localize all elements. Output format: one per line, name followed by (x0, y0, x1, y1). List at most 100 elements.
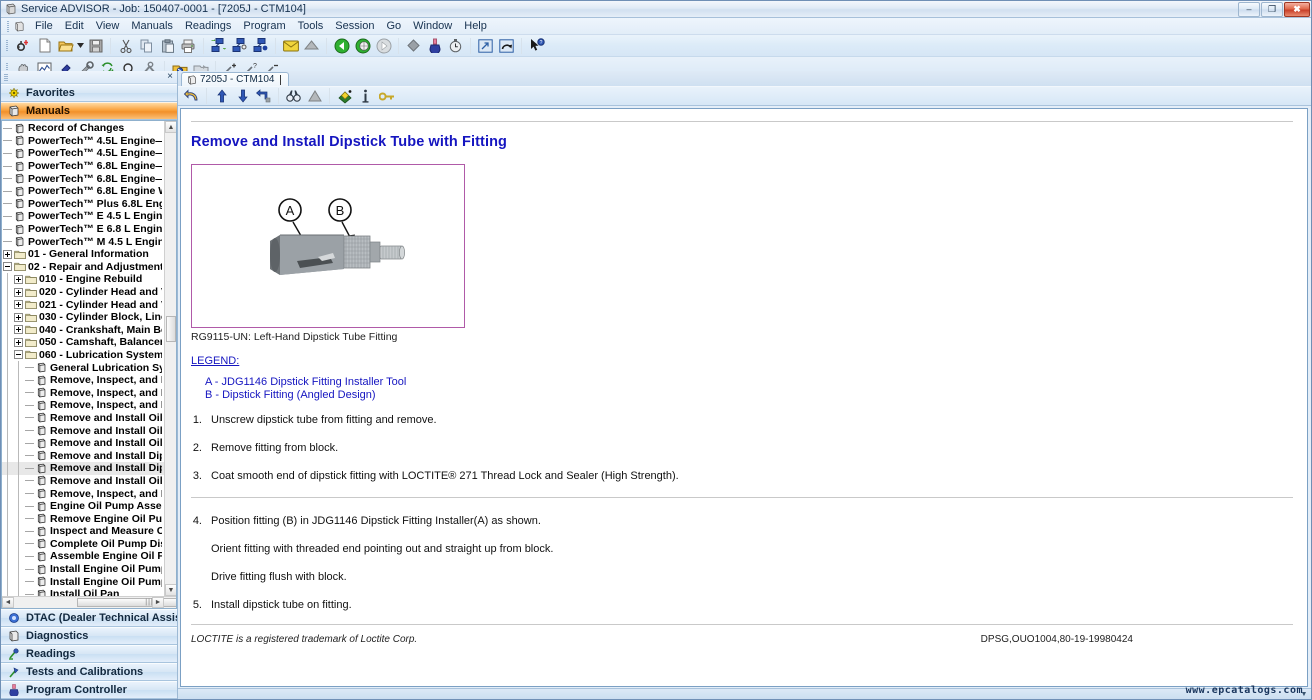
tree-item[interactable]: Remove Engine Oil Pump (2, 512, 164, 526)
tree-expander-plus-icon[interactable] (13, 274, 24, 284)
menu-item-readings[interactable]: Readings (179, 19, 237, 33)
menu-item-help[interactable]: Help (458, 19, 493, 33)
next-down-icon[interactable] (232, 87, 253, 106)
tree-item[interactable]: 020 - Cylinder Head and Valves (2, 285, 164, 299)
bookmark-icon[interactable] (334, 87, 355, 106)
tree-item[interactable]: PowerTech™ 6.8L Engine With Elec (2, 185, 164, 198)
menu-item-program[interactable]: Program (237, 19, 291, 33)
tree-expander-plus-icon[interactable] (13, 300, 24, 310)
refresh-globe-icon[interactable] (352, 36, 373, 55)
scroll-right-arrow[interactable]: ► (152, 597, 164, 608)
tree-item[interactable]: PowerTech™ 4.5L Engine—Tier 2/ (2, 147, 164, 160)
go-to-icon[interactable] (253, 87, 274, 106)
tree-item[interactable]: Remove and Install Oil Fill A (2, 436, 164, 450)
tree-item[interactable]: PowerTech™ E 6.8 L Engine With E (2, 223, 164, 236)
tree-expander-plus-icon[interactable] (13, 287, 24, 297)
menu-item-go[interactable]: Go (380, 19, 407, 33)
tree-item[interactable]: Remove and Install Oil Fill T (2, 474, 164, 488)
tree-item[interactable]: PowerTech™ M 4.5 L Engine with I (2, 235, 164, 248)
forward-icon[interactable] (373, 36, 394, 55)
sidebar-item-program-controller[interactable]: Program Controller (1, 681, 177, 699)
tree-expander-plus-icon[interactable] (13, 312, 24, 322)
menu-item-session[interactable]: Session (329, 19, 380, 33)
vertical-scroll-thumb[interactable] (166, 316, 176, 342)
tree-item[interactable]: PowerTech™ Plus 6.8L Engine With (2, 198, 164, 211)
tree-horizontal-scrollbar[interactable]: ◄ ||| ► (2, 596, 176, 608)
close-button[interactable]: ✖ (1284, 1, 1310, 17)
tree-item[interactable]: Inspect and Measure Cleara (2, 524, 164, 538)
copy-icon[interactable] (136, 36, 157, 55)
tree-item[interactable]: PowerTech™ E 4.5 L Engine With E (2, 210, 164, 223)
tree-item[interactable]: Remove and Install Dipstick (2, 461, 164, 475)
info-icon[interactable] (355, 87, 376, 106)
back-arrow-icon[interactable] (181, 87, 202, 106)
tree-item[interactable]: PowerTech™ 4.5L Engine—Tier 1/ (2, 135, 164, 148)
disconnect-machine-icon[interactable] (250, 36, 271, 55)
tree-item[interactable]: Remove, Inspect, and Instal (2, 487, 164, 501)
minimize-button[interactable]: – (1238, 1, 1260, 17)
tree-item[interactable]: 050 - Camshaft, Balancer Shaft (2, 335, 164, 349)
tree-item[interactable]: 02 - Repair and Adjustments (2, 261, 164, 274)
cut-icon[interactable] (115, 36, 136, 55)
home-icon[interactable] (301, 36, 322, 55)
menu-item-manuals[interactable]: Manuals (125, 19, 179, 33)
tree-item[interactable]: Install Engine Oil Pump (2, 562, 164, 576)
expand-window-icon[interactable] (475, 36, 496, 55)
new-job-icon[interactable] (13, 36, 34, 55)
tree-item[interactable]: General Lubrication System (2, 361, 164, 375)
timer-icon[interactable] (445, 36, 466, 55)
tree-item[interactable]: Remove and Install Dipstick (2, 449, 164, 463)
tree-item[interactable]: Complete Oil Pump Disasser (2, 537, 164, 551)
diamond-icon[interactable] (403, 36, 424, 55)
scroll-down-arrow[interactable]: ▼ (165, 584, 176, 596)
new-document-icon[interactable] (34, 36, 55, 55)
menu-item-view[interactable]: View (90, 19, 126, 33)
tree-item[interactable]: Remove and Install Oil Filte (2, 411, 164, 425)
print-icon[interactable] (178, 36, 199, 55)
tree-item[interactable]: Record of Changes (2, 122, 164, 135)
maximize-button[interactable]: ❐ (1261, 1, 1283, 17)
find-binoculars-icon[interactable] (283, 87, 304, 106)
open-dropdown-icon[interactable] (76, 36, 85, 55)
top-triangle-icon[interactable] (304, 87, 325, 106)
open-folder-icon[interactable] (55, 36, 76, 55)
toolbar-grip[interactable] (4, 39, 10, 52)
tree-item[interactable]: Remove, Inspect, and Instal (2, 373, 164, 387)
restore-window-icon[interactable] (496, 36, 517, 55)
sidebar-item-dtac[interactable]: DTAC (Dealer Technical Assistance C... (1, 609, 177, 627)
tree-item[interactable]: 030 - Cylinder Block, Liners, Pis (2, 310, 164, 324)
connect-machine-icon[interactable] (208, 36, 229, 55)
tab-7205j-ctm104[interactable]: 7205J - CTM104 (181, 72, 290, 86)
tree-item[interactable]: 021 - Cylinder Head and Valves (2, 298, 164, 312)
tree-item[interactable]: Install Oil Pan (2, 587, 164, 596)
tree-item[interactable]: Assemble Engine Oil Pump (2, 549, 164, 563)
machine-info-icon[interactable] (229, 36, 250, 55)
scroll-left-arrow[interactable]: ◄ (2, 597, 14, 608)
sidebar-item-manuals[interactable]: Manuals (1, 102, 177, 120)
menu-item-file[interactable]: File (29, 19, 59, 33)
menu-item-tools[interactable]: Tools (292, 19, 330, 33)
menu-grip[interactable] (5, 20, 11, 33)
scroll-up-arrow[interactable]: ▲ (165, 121, 176, 133)
paste-icon[interactable] (157, 36, 178, 55)
close-icon[interactable]: × (167, 72, 173, 82)
tree-expander-plus-icon[interactable] (13, 337, 24, 347)
tree-expander-plus-icon[interactable] (13, 325, 24, 335)
tree-expander-minus-icon[interactable] (2, 262, 13, 272)
calibration-icon[interactable] (424, 36, 445, 55)
tree-item[interactable]: Remove, Inspect, and Instal (2, 386, 164, 400)
tree-vertical-scrollbar[interactable]: ▲ ▼ (164, 121, 176, 596)
tree-item[interactable]: PowerTech™ 6.8L Engine—Tier 1/ (2, 160, 164, 173)
mail-icon[interactable] (280, 36, 301, 55)
previous-up-icon[interactable] (211, 87, 232, 106)
document-canvas[interactable]: Remove and Install Dipstick Tube with Fi… (180, 108, 1308, 687)
tree-item[interactable]: PowerTech™ 6.8L Engine—Tier 2/S (2, 172, 164, 185)
tree-item[interactable]: 01 - General Information (2, 248, 164, 261)
sidebar-item-readings[interactable]: Readings (1, 645, 177, 663)
key-icon[interactable] (376, 87, 397, 106)
help-pointer-icon[interactable]: ? (526, 36, 547, 55)
tree-item[interactable]: Remove, Inspect, and Instal (2, 398, 164, 412)
side-panel-grip[interactable] (4, 74, 8, 82)
tree-item[interactable]: 010 - Engine Rebuild (2, 272, 164, 286)
tree-item[interactable]: Remove and Install Oil Pres (2, 424, 164, 438)
